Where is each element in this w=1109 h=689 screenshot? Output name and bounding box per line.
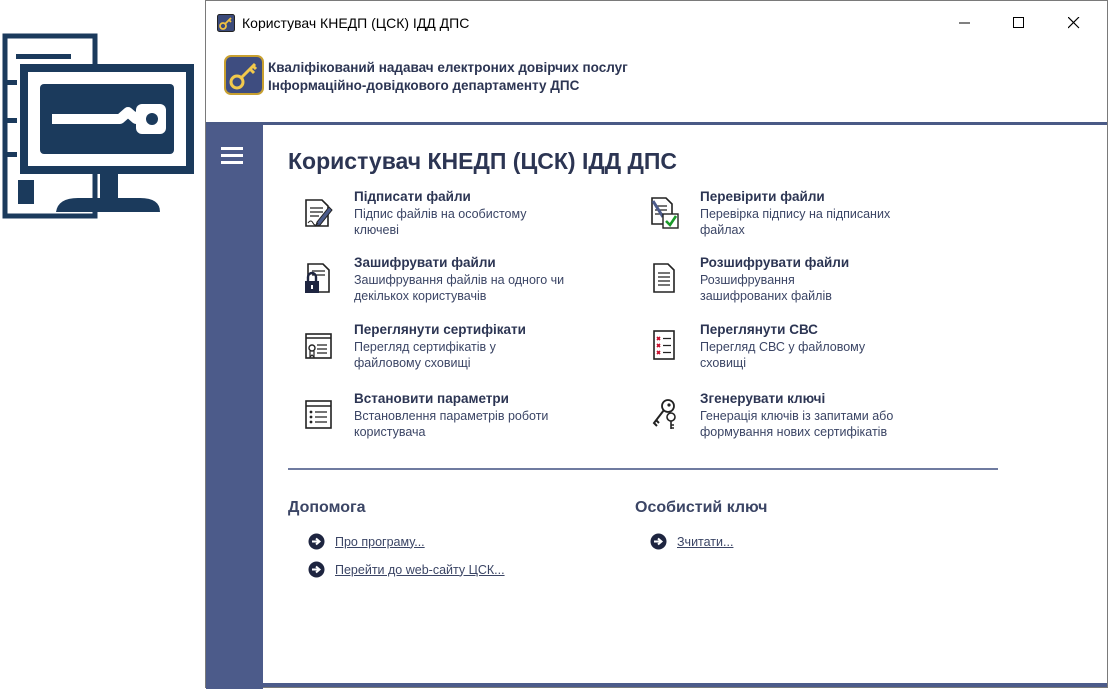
certificate-icon: [305, 333, 332, 359]
keys-icon: [652, 399, 676, 429]
view-certificates-action[interactable]: Переглянути сертифікати Перегляд сертифі…: [291, 322, 621, 382]
window-title: Користувач КНЕДП (ЦСК) ІДД ДПС: [242, 15, 470, 31]
sign-files-action[interactable]: Підписати файли Підпис файлів на особист…: [291, 189, 621, 249]
help-section-title: Допомога: [288, 499, 366, 516]
about-link[interactable]: Про програму...: [308, 533, 425, 550]
section-divider: [288, 468, 998, 470]
header-banner: Кваліфікований надавач електроних довірч…: [206, 45, 1107, 123]
revocation-list-icon: [653, 330, 675, 360]
read-key-link[interactable]: Зчитати...: [650, 533, 733, 550]
set-parameters-action[interactable]: Встановити параметри Встановлення параме…: [291, 391, 621, 451]
link-label: Про програму...: [335, 534, 425, 549]
minimize-icon: [959, 22, 970, 24]
action-title: Встановити параметри: [354, 391, 509, 406]
link-label: Зчитати...: [677, 534, 734, 549]
website-link[interactable]: Перейти до web-сайту ЦСК...: [308, 561, 505, 578]
action-desc: Підпис файлів на особистому ключеві: [354, 207, 527, 237]
banner-line-1: Кваліфікований надавач електроних довірч…: [268, 60, 628, 75]
page-title: Користувач КНЕДП (ЦСК) ІДД ДПС: [288, 148, 678, 174]
action-title: Зашифрувати файли: [354, 255, 496, 270]
minimize-button[interactable]: [942, 7, 988, 39]
app-window: Користувач КНЕДП (ЦСК) ІДД ДПС Кваліфіко…: [205, 0, 1108, 689]
encrypt-file-icon: [305, 263, 330, 293]
action-desc: Розшифрування зашифрованих файлів: [700, 273, 832, 303]
action-desc: Перегляд СВС у файловому сховищі: [700, 340, 866, 370]
action-desc: Перегляд сертифікатів у файловому сховищ…: [354, 340, 496, 370]
maximize-button[interactable]: [996, 7, 1042, 39]
computer-key-logo-icon: [2, 33, 194, 219]
arrow-right-icon: [308, 561, 325, 578]
action-title: Розшифрувати файли: [700, 255, 850, 270]
action-title: Переглянути СВС: [700, 322, 818, 337]
banner-line-2: Інформаційно-довідкового департаменту ДП…: [268, 78, 580, 93]
action-title: Переглянути сертифікати: [354, 322, 526, 337]
encrypt-files-action[interactable]: Зашифрувати файли Зашифрування файлів на…: [291, 255, 621, 315]
sidebar: [206, 125, 263, 689]
link-label: Перейти до web-сайту ЦСК...: [335, 562, 505, 577]
title-bar: Користувач КНЕДП (ЦСК) ІДД ДПС: [206, 1, 1107, 45]
settings-list-icon: [305, 400, 332, 429]
private-key-section-title: Особистий ключ: [635, 499, 768, 516]
arrow-right-icon: [650, 533, 667, 550]
action-desc: Генерація ключів із запитами або формува…: [700, 409, 894, 439]
close-button[interactable]: [1051, 7, 1097, 39]
verify-files-action[interactable]: Перевірити файли Перевірка підпису на пі…: [637, 189, 967, 249]
bottom-bar: [206, 683, 1107, 687]
menu-icon[interactable]: [221, 147, 243, 165]
action-desc: Встановлення параметрів роботи користува…: [354, 409, 549, 439]
main-content: Користувач КНЕДП (ЦСК) ІДД ДПС Підписати…: [263, 125, 1107, 687]
decrypt-files-action[interactable]: Розшифрувати файли Розшифрування зашифро…: [637, 255, 967, 315]
action-title: Перевірити файли: [700, 189, 825, 204]
action-title: Підписати файли: [354, 189, 471, 204]
key-logo-icon: [224, 55, 264, 95]
decrypt-file-icon: [653, 263, 675, 293]
sign-file-icon: [305, 199, 333, 227]
view-revocation-list-action[interactable]: Переглянути СВС Перегляд СВС у файловому…: [637, 322, 967, 382]
verify-file-icon: [651, 197, 679, 229]
close-icon: [1068, 17, 1080, 29]
action-title: Згенерувати ключі: [700, 391, 826, 406]
action-desc: Зашифрування файлів на одного чи декільк…: [354, 273, 565, 303]
app-key-icon: [217, 14, 235, 32]
maximize-icon: [1013, 17, 1024, 28]
arrow-right-icon: [308, 533, 325, 550]
action-desc: Перевірка підпису на підписаних файлах: [700, 207, 891, 237]
generate-keys-action[interactable]: Згенерувати ключі Генерація ключів із за…: [637, 391, 967, 451]
